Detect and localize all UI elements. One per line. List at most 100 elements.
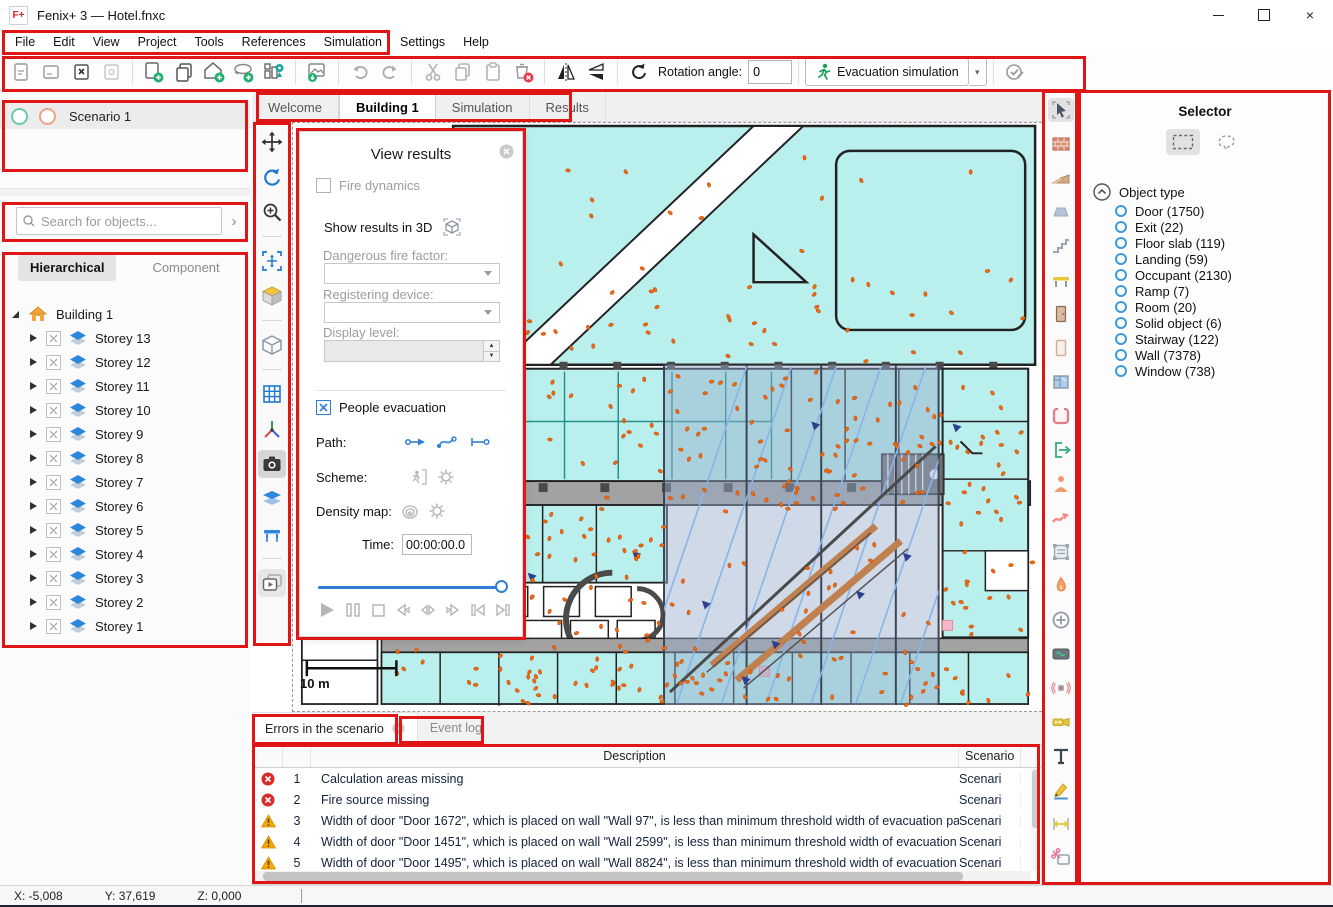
error-table-row[interactable]: 2Fire source missingScenari (253, 789, 1041, 810)
selector-item[interactable]: Wall (7378) (1115, 347, 1331, 363)
video-camera-tool-icon[interactable] (1048, 710, 1074, 734)
tab-hierarchical[interactable]: Hierarchical (18, 254, 116, 281)
clip-tool-icon[interactable] (1048, 846, 1074, 870)
presentation-mode-icon[interactable] (258, 569, 286, 597)
time-slider[interactable] (318, 580, 506, 594)
show-3d-icon[interactable] (258, 331, 286, 359)
tree-row-storey[interactable]: Storey 4 (0, 542, 250, 566)
tree-row-storey[interactable]: Storey 10 (0, 398, 250, 422)
storey-visibility-checkbox[interactable] (46, 523, 61, 538)
type-circle-icon[interactable] (1115, 253, 1127, 265)
add-zone-icon[interactable] (229, 57, 259, 87)
open-project-icon[interactable] (36, 57, 66, 87)
tab-welcome[interactable]: Welcome (252, 92, 339, 122)
flip-horizontal-icon[interactable] (551, 57, 581, 87)
scheme-man-icon[interactable] (409, 468, 429, 486)
scheme-settings-gear-icon[interactable] (437, 468, 455, 486)
column-description[interactable]: Description (311, 745, 959, 767)
tree-row-storey[interactable]: Storey 11 (0, 374, 250, 398)
storey-visibility-checkbox[interactable] (46, 331, 61, 346)
step-back-icon[interactable] (393, 600, 413, 620)
registering-device-tool-icon[interactable] (1048, 642, 1074, 666)
zoom-in-icon[interactable] (258, 198, 286, 226)
scenario-row[interactable]: Scenario 1 (0, 103, 250, 129)
storey-visibility-checkbox[interactable] (46, 571, 61, 586)
to-end-icon[interactable] (493, 600, 513, 620)
storey-visibility-checkbox[interactable] (46, 427, 61, 442)
tree-row-building[interactable]: Building 1 (0, 302, 250, 326)
density-map-icon[interactable] (400, 502, 420, 520)
slider-handle[interactable] (495, 580, 508, 593)
storey-visibility-checkbox[interactable] (46, 475, 61, 490)
tree-row-storey[interactable]: Storey 12 (0, 350, 250, 374)
error-table-row[interactable]: 5Width of door "Door 1495", which is pla… (253, 852, 1041, 873)
frame-step-icon[interactable] (418, 600, 438, 620)
validate-icon[interactable] (1000, 57, 1030, 87)
selector-item[interactable]: Ramp (7) (1115, 283, 1331, 299)
exit-tool-icon[interactable] (1048, 438, 1074, 462)
tree-row-storey[interactable]: Storey 3 (0, 566, 250, 590)
search-go-button[interactable]: › (224, 211, 244, 231)
expander-icon[interactable] (26, 595, 40, 609)
storey-visibility-checkbox[interactable] (46, 595, 61, 610)
show-grid-icon[interactable] (258, 380, 286, 408)
show-furniture-icon[interactable] (258, 520, 286, 548)
time-input[interactable] (402, 534, 472, 555)
tab-results[interactable]: Results (530, 92, 606, 122)
copy-icon[interactable] (448, 57, 478, 87)
tree-row-storey[interactable]: Storey 8 (0, 446, 250, 470)
expander-icon[interactable] (26, 571, 40, 585)
table-horizontal-scrollbar[interactable] (255, 871, 1031, 882)
occupant-tool-icon[interactable] (1048, 472, 1074, 496)
measure-tool-icon[interactable] (1048, 812, 1074, 836)
expander-icon[interactable] (26, 619, 40, 633)
tab-errors-in-scenario[interactable]: Errors in the scenario (252, 712, 418, 744)
selector-item[interactable]: Door (1750) (1115, 203, 1331, 219)
menu-project[interactable]: Project (129, 32, 186, 52)
tab-component[interactable]: Component (140, 254, 231, 281)
expander-icon[interactable] (26, 475, 40, 489)
column-scenario[interactable]: Scenario (959, 745, 1021, 767)
selector-item[interactable]: Landing (59) (1115, 251, 1331, 267)
rotation-angle-input[interactable] (748, 60, 792, 84)
path-curved-icon[interactable] (436, 434, 460, 450)
selector-item[interactable]: Room (20) (1115, 299, 1331, 315)
isometric-view-icon[interactable] (258, 282, 286, 310)
add-scenario-icon[interactable] (139, 57, 169, 87)
tree-row-storey[interactable]: Storey 1 (0, 614, 250, 638)
slider-track[interactable] (318, 586, 506, 589)
expander-icon[interactable] (26, 331, 40, 345)
play-icon[interactable] (316, 600, 338, 620)
floor-slab-tool-icon[interactable] (1048, 268, 1074, 292)
type-circle-icon[interactable] (1115, 365, 1127, 377)
spin-up-icon[interactable]: ▲ (484, 341, 499, 352)
type-circle-icon[interactable] (1115, 205, 1127, 217)
type-circle-icon[interactable] (1115, 237, 1127, 249)
delete-icon[interactable] (508, 57, 538, 87)
error-table-row[interactable]: 4Width of door "Door 1451", which is pla… (253, 831, 1041, 852)
storey-visibility-checkbox[interactable] (46, 403, 61, 418)
type-circle-icon[interactable] (1115, 269, 1127, 281)
to-start-icon[interactable] (468, 600, 488, 620)
tree-row-storey[interactable]: Storey 2 (0, 590, 250, 614)
fire-source-tool-icon[interactable] (1048, 574, 1074, 598)
close-icon[interactable] (392, 722, 405, 735)
pause-icon[interactable] (343, 600, 363, 620)
type-circle-icon[interactable] (1115, 285, 1127, 297)
collapse-icon[interactable] (1093, 183, 1111, 201)
dangerous-fire-factor-select[interactable] (324, 263, 500, 284)
menu-view[interactable]: View (84, 32, 129, 52)
table-vertical-scrollbar[interactable] (1031, 768, 1040, 871)
type-circle-icon[interactable] (1115, 317, 1127, 329)
path-tool-icon[interactable] (1048, 506, 1074, 530)
opening-tool-icon[interactable] (1048, 336, 1074, 360)
people-evacuation-checkbox[interactable] (316, 400, 331, 415)
menu-simulation[interactable]: Simulation (315, 32, 391, 52)
fire-dynamics-checkbox[interactable] (316, 178, 331, 193)
density-settings-gear-icon[interactable] (428, 502, 446, 520)
tree-row-storey[interactable]: Storey 5 (0, 518, 250, 542)
tab-building-1[interactable]: Building 1 (339, 92, 436, 122)
simulation-options-caret[interactable]: ▾ (969, 58, 987, 86)
undo-icon[interactable] (345, 57, 375, 87)
expander-icon[interactable] (26, 403, 40, 417)
